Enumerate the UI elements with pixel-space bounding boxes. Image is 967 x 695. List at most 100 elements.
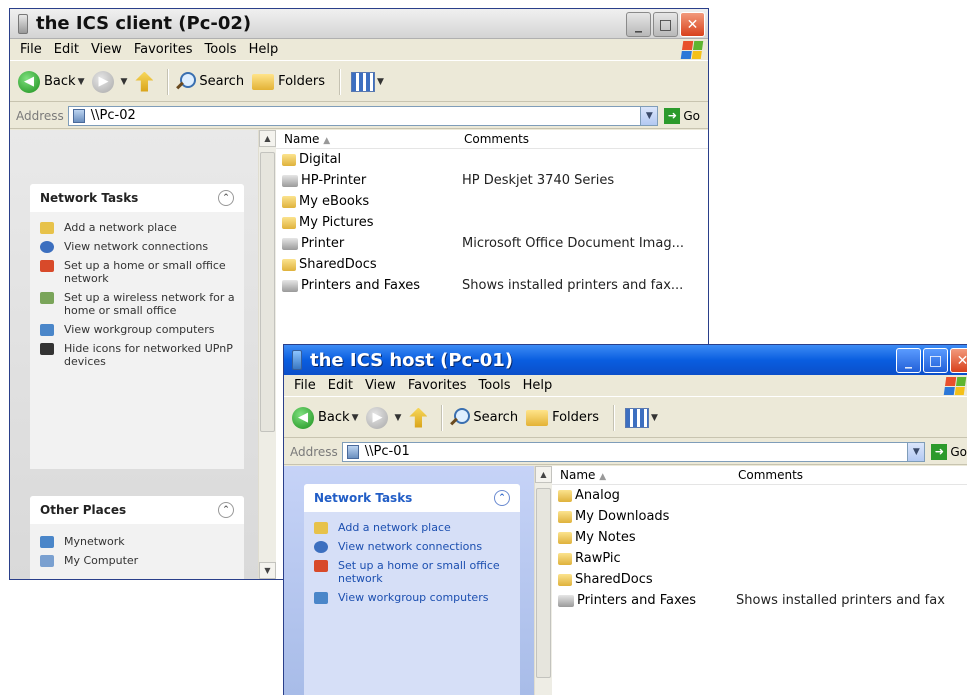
host-task-pane: Network Tasks ⌃ Add a network place View … <box>284 466 534 695</box>
menu-view[interactable]: View <box>91 42 122 57</box>
scroll-down-button[interactable]: ▼ <box>259 562 276 579</box>
address-label: Address <box>290 444 338 459</box>
forward-button[interactable]: ▶ ▼ <box>92 70 127 93</box>
list-item[interactable]: HP-Printer HP Deskjet 3740 Series <box>276 170 708 191</box>
back-icon: ◀ <box>292 406 314 429</box>
menu-help[interactable]: Help <box>249 42 279 57</box>
list-item[interactable]: My Notes <box>552 527 967 548</box>
list-item[interactable]: SharedDocs <box>276 254 708 275</box>
network-tasks-header[interactable]: Network Tasks ⌃ <box>30 184 244 212</box>
folders-button[interactable]: Folders <box>252 73 325 90</box>
address-input[interactable]: \\Pc-01 ▼ <box>341 441 926 462</box>
task-setup-home-network[interactable]: Set up a home or small office network <box>30 256 244 288</box>
menu-tools[interactable]: Tools <box>205 42 237 57</box>
task-setup-wireless[interactable]: Set up a wireless network for a home or … <box>30 288 244 320</box>
address-input[interactable]: \\Pc-02 ▼ <box>67 105 659 126</box>
chevron-up-icon[interactable]: ⌃ <box>218 502 234 518</box>
maximize-button[interactable]: □ <box>923 348 948 373</box>
column-name[interactable]: Name ▲ <box>552 468 738 482</box>
minimize-button[interactable]: _ <box>626 12 651 37</box>
task-add-network-place[interactable]: Add a network place <box>30 218 244 237</box>
scroll-up-button[interactable]: ▲ <box>259 130 276 147</box>
menu-favorites[interactable]: Favorites <box>408 378 467 393</box>
back-button[interactable]: ◀ Back ▼ <box>292 406 358 429</box>
list-item[interactable]: My Pictures <box>276 212 708 233</box>
menu-help[interactable]: Help <box>523 378 553 393</box>
maximize-button[interactable]: □ <box>653 12 678 37</box>
menu-edit[interactable]: Edit <box>54 42 79 57</box>
up-folder-icon <box>135 71 154 92</box>
column-name[interactable]: Name ▲ <box>276 132 464 146</box>
computer-icon <box>18 13 28 34</box>
scroll-up-button[interactable]: ▲ <box>535 466 552 483</box>
shared-folder-icon <box>282 153 296 166</box>
place-my-computer[interactable]: My Computer <box>30 551 244 570</box>
list-item[interactable]: Digital <box>276 149 708 170</box>
go-button[interactable]: ➜ Go <box>931 443 967 460</box>
address-dropdown-button[interactable]: ▼ <box>640 106 658 125</box>
scroll-thumb[interactable] <box>536 488 551 678</box>
network-tasks-header[interactable]: Network Tasks ⌃ <box>304 484 520 512</box>
search-button[interactable]: Search <box>175 71 244 92</box>
shared-folder-icon <box>558 531 572 544</box>
task-hide-upnp-icons[interactable]: Hide icons for networked UPnP devices <box>30 339 244 371</box>
host-window: the ICS host (Pc-01) _ □ ✕ File Edit Vie… <box>283 344 967 695</box>
address-label: Address <box>16 108 64 123</box>
back-button[interactable]: ◀ Back ▼ <box>18 70 84 93</box>
shared-folder-icon <box>558 489 572 502</box>
close-button[interactable]: ✕ <box>950 348 967 373</box>
go-button[interactable]: ➜ Go <box>664 107 700 124</box>
task-view-workgroup[interactable]: View workgroup computers <box>30 320 244 339</box>
minimize-button[interactable]: _ <box>896 348 921 373</box>
up-button[interactable] <box>409 407 428 428</box>
task-view-workgroup[interactable]: View workgroup computers <box>304 588 520 607</box>
client-title-bar[interactable]: the ICS client (Pc-02) _ □ ✕ <box>10 9 708 39</box>
column-comments[interactable]: Comments <box>738 468 803 482</box>
task-view-network-connections[interactable]: View network connections <box>30 237 244 256</box>
scroll-thumb[interactable] <box>260 152 275 432</box>
go-icon: ➜ <box>931 443 948 460</box>
folders-button[interactable]: Folders <box>526 409 599 426</box>
client-menu-bar: File Edit View Favorites Tools Help <box>10 39 708 61</box>
list-item[interactable]: Printer Microsoft Office Document Imag... <box>276 233 708 254</box>
list-item[interactable]: Printers and Faxes Shows installed printe… <box>276 275 708 296</box>
host-menu-bar: File Edit View Favorites Tools Help <box>284 375 967 397</box>
list-item[interactable]: My Downloads <box>552 506 967 527</box>
column-comments[interactable]: Comments <box>464 132 529 146</box>
menu-favorites[interactable]: Favorites <box>134 42 193 57</box>
menu-tools[interactable]: Tools <box>479 378 511 393</box>
address-dropdown-button[interactable]: ▼ <box>907 442 925 461</box>
shared-folder-icon <box>282 216 296 229</box>
forward-button[interactable]: ▶ ▼ <box>366 406 401 429</box>
menu-file[interactable]: File <box>294 378 316 393</box>
chevron-up-icon[interactable]: ⌃ <box>218 190 234 206</box>
list-item[interactable]: Analog <box>552 485 967 506</box>
address-value: \\Pc-02 <box>90 108 136 123</box>
list-item[interactable]: Printers and Faxes Shows installed printe… <box>552 590 967 611</box>
task-view-network-connections[interactable]: View network connections <box>304 537 520 556</box>
search-button[interactable]: Search <box>449 407 518 428</box>
task-setup-home-network[interactable]: Set up a home or small office network <box>304 556 520 588</box>
views-button[interactable]: ▼ <box>621 407 658 428</box>
chevron-up-icon[interactable]: ⌃ <box>494 490 510 506</box>
close-button[interactable]: ✕ <box>680 12 705 37</box>
menu-file[interactable]: File <box>20 42 42 57</box>
task-pane-scrollbar[interactable]: ▲ ▼ <box>258 130 276 579</box>
other-places-panel: Other Places ⌃ Mynetwork My Computer <box>30 496 244 579</box>
list-item[interactable]: RawPic <box>552 548 967 569</box>
host-title-bar[interactable]: the ICS host (Pc-01) _ □ ✕ <box>284 345 967 375</box>
views-button[interactable]: ▼ <box>347 71 384 92</box>
place-mynetwork[interactable]: Mynetwork <box>30 532 244 551</box>
menu-view[interactable]: View <box>365 378 396 393</box>
list-header: Name ▲ Comments <box>552 466 967 485</box>
list-item[interactable]: SharedDocs <box>552 569 967 590</box>
other-places-header[interactable]: Other Places ⌃ <box>30 496 244 524</box>
task-pane-scrollbar[interactable]: ▲ <box>534 466 552 695</box>
list-item[interactable]: My eBooks <box>276 191 708 212</box>
menu-edit[interactable]: Edit <box>328 378 353 393</box>
task-add-network-place[interactable]: Add a network place <box>304 518 520 537</box>
go-icon: ➜ <box>664 107 681 124</box>
search-icon <box>449 407 471 428</box>
network-tasks-panel: Network Tasks ⌃ Add a network place View … <box>30 184 244 469</box>
up-button[interactable] <box>135 71 154 92</box>
